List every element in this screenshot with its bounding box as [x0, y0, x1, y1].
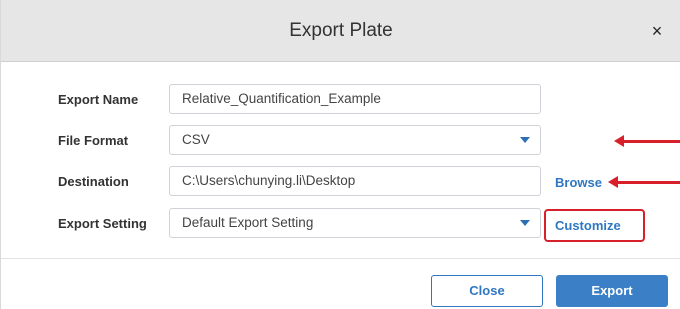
browse-link[interactable]: Browse [555, 175, 602, 190]
file-format-label: File Format [58, 133, 129, 148]
close-icon[interactable]: × [646, 20, 668, 42]
dialog-title: Export Plate [289, 20, 393, 41]
annotation-arrow-browse [608, 176, 680, 188]
destination-input[interactable]: C:\Users\chunying.li\Desktop [169, 166, 541, 196]
export-setting-value: Default Export Setting [182, 215, 314, 230]
close-button[interactable]: Close [431, 275, 543, 307]
export-setting-label: Export Setting [58, 216, 147, 231]
chevron-down-icon [520, 220, 530, 226]
export-setting-select[interactable]: Default Export Setting [169, 208, 541, 238]
customize-link[interactable]: Customize [555, 218, 621, 233]
export-button[interactable]: Export [556, 275, 668, 307]
destination-label: Destination [58, 174, 129, 189]
annotation-arrow-file-format [614, 135, 680, 147]
chevron-down-icon [520, 137, 530, 143]
footer-divider [1, 258, 680, 259]
file-format-select[interactable]: CSV [169, 125, 541, 155]
file-format-value: CSV [182, 132, 210, 147]
export-plate-dialog: Export Plate × Export Name Relative_Quan… [0, 0, 680, 309]
export-name-input[interactable]: Relative_Quantification_Example [169, 84, 541, 114]
export-name-label: Export Name [58, 92, 139, 107]
